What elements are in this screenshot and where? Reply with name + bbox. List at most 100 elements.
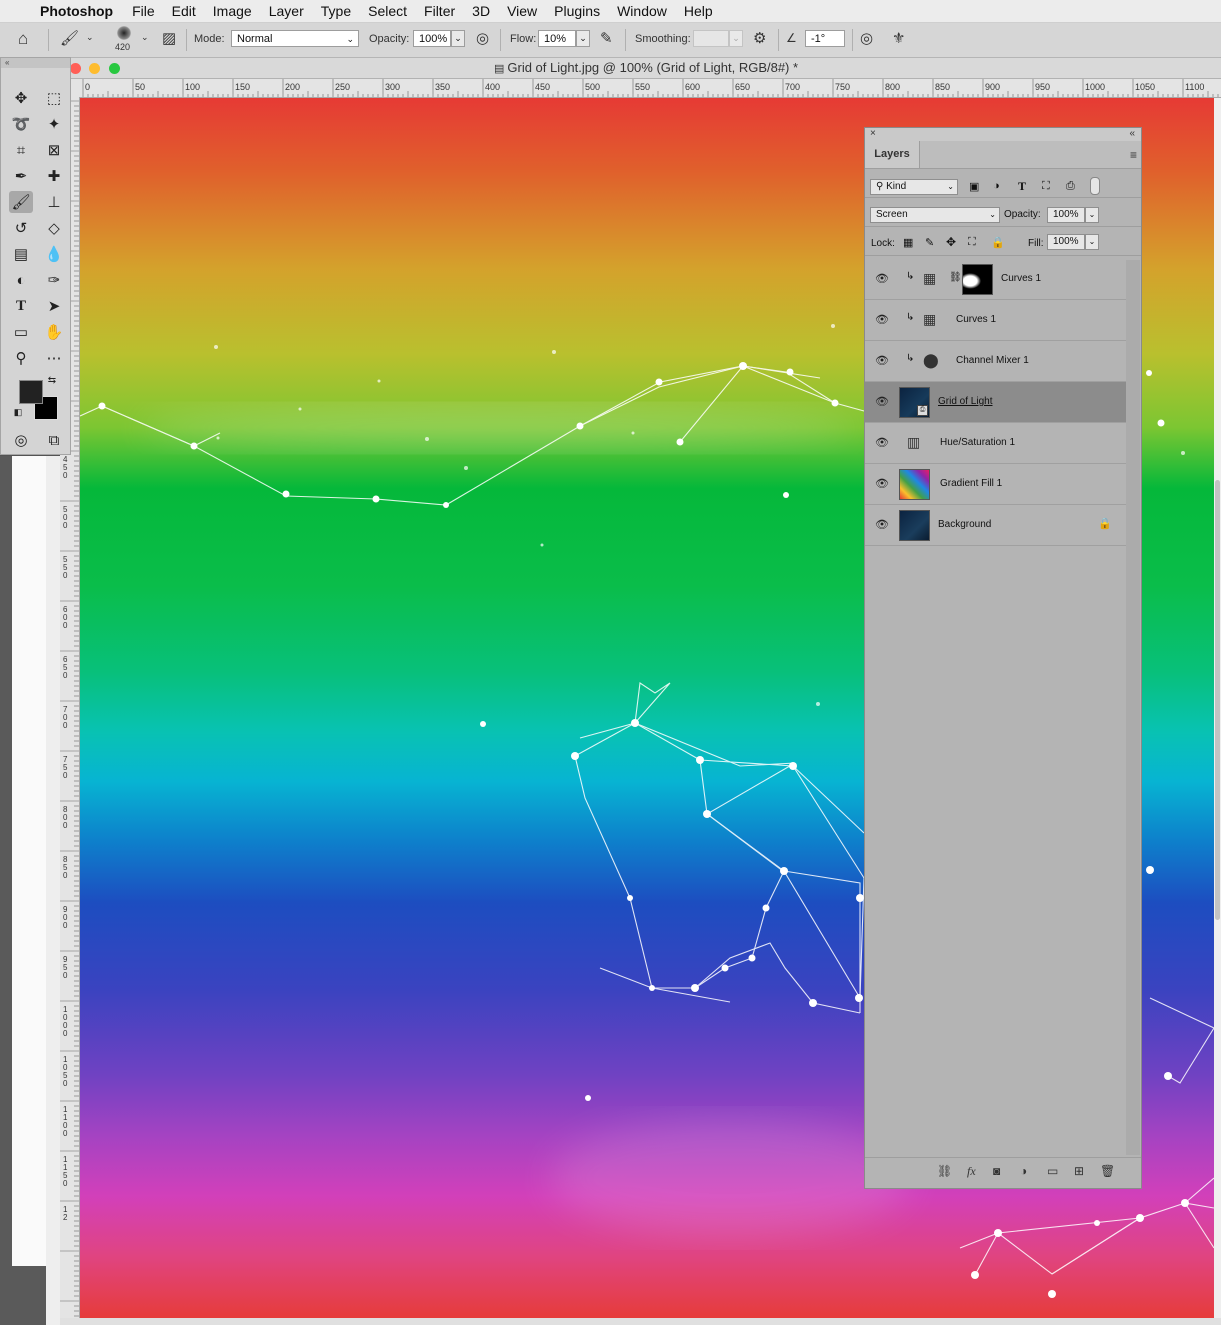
lasso-tool-icon[interactable]: ➰ xyxy=(9,113,33,135)
healing-brush-tool-icon[interactable]: ✚ xyxy=(42,165,66,187)
curves-adjustment-icon[interactable]: ▦ xyxy=(923,311,936,328)
brush-tool-icon[interactable]: 🖌 xyxy=(9,191,33,213)
crop-tool-icon[interactable]: ⌗ xyxy=(9,139,33,161)
layer-row[interactable]: 👁 Background 🔒 xyxy=(865,505,1126,546)
menu-type[interactable]: Type xyxy=(321,3,351,19)
collapse-panel-icon[interactable]: « xyxy=(1129,128,1135,139)
move-tool-icon[interactable]: ✥ xyxy=(9,87,33,109)
brush-preset-icon[interactable] xyxy=(117,26,131,40)
hand-tool-icon[interactable]: ✋ xyxy=(42,321,66,343)
menu-help[interactable]: Help xyxy=(684,3,713,19)
layer-row[interactable]: 👁 ↳ ▦ Curves 1 xyxy=(865,300,1126,341)
layer-row[interactable]: 👁 ▥ Hue/Saturation 1 xyxy=(865,423,1126,464)
default-colors-icon[interactable]: ◧ xyxy=(11,405,25,419)
filter-pixel-icon[interactable]: ▣ xyxy=(969,180,979,193)
opacity-dropdown[interactable]: ⌄ xyxy=(451,30,465,47)
type-tool-icon[interactable]: T xyxy=(9,295,33,317)
rectangle-tool-icon[interactable]: ▭ xyxy=(9,321,33,343)
marquee-tool-icon[interactable]: ⬚ xyxy=(42,87,66,109)
layer-opacity-dropdown[interactable]: ⌄ xyxy=(1085,207,1099,223)
magic-wand-tool-icon[interactable]: ✦ xyxy=(42,113,66,135)
layer-row[interactable]: 👁 ↳ ▦ ⛓ Curves 1 xyxy=(865,259,1126,300)
fill-field[interactable]: 100% xyxy=(1047,234,1085,250)
eraser-tool-icon[interactable]: ◇ xyxy=(42,217,66,239)
filter-adjustment-icon[interactable]: ◑ xyxy=(993,180,1000,192)
layer-row-selected[interactable]: 👁 ⎙ Grid of Light xyxy=(865,382,1126,423)
layer-name[interactable]: Background xyxy=(938,519,991,530)
layer-name[interactable]: Grid of Light xyxy=(938,396,992,407)
layer-mask-thumbnail[interactable] xyxy=(962,264,993,295)
lock-pixels-icon[interactable]: ✎ xyxy=(925,236,934,249)
tab-layers[interactable]: Layers xyxy=(865,141,920,168)
pressure-size-icon[interactable]: ◎ xyxy=(860,29,873,47)
flow-dropdown[interactable]: ⌄ xyxy=(576,30,590,47)
new-adjustment-layer-icon[interactable]: ◑ xyxy=(1020,1164,1027,1178)
layer-row[interactable]: 👁 ↳ ⬤ Channel Mixer 1 xyxy=(865,341,1126,382)
quick-mask-icon[interactable]: ◎ xyxy=(9,429,33,451)
filter-toggle-switch[interactable] xyxy=(1090,177,1100,195)
zoom-tool-icon[interactable]: ⚲ xyxy=(9,347,33,369)
menu-plugins[interactable]: Plugins xyxy=(554,3,600,19)
foreground-color-swatch[interactable] xyxy=(19,380,43,404)
channel-mixer-icon[interactable]: ⬤ xyxy=(923,352,939,369)
smoothing-dropdown[interactable]: ⌄ xyxy=(729,30,743,47)
menu-layer[interactable]: Layer xyxy=(269,3,304,19)
flow-field[interactable]: 10% xyxy=(538,30,576,47)
horizontal-ruler[interactable]: 0 50 100 150 200 250 300 350 400 450 500 550 600 650 7… xyxy=(79,79,1221,98)
hue-saturation-icon[interactable]: ▥ xyxy=(907,434,920,451)
link-icon[interactable]: ⛓ xyxy=(949,272,962,283)
chevron-down-icon[interactable]: ⌄ xyxy=(141,32,149,43)
lock-position-icon[interactable]: ✥ xyxy=(946,235,956,249)
gradient-tool-icon[interactable]: ▤ xyxy=(9,243,33,265)
curves-adjustment-icon[interactable]: ▦ xyxy=(923,270,936,287)
gradient-fill-thumbnail[interactable] xyxy=(899,469,930,500)
layer-name[interactable]: Channel Mixer 1 xyxy=(956,355,1029,366)
add-mask-icon[interactable]: ◙ xyxy=(993,1164,1000,1178)
opacity-field[interactable]: 100% xyxy=(413,30,451,47)
menu-filter[interactable]: Filter xyxy=(424,3,455,19)
eye-icon[interactable]: 👁 xyxy=(875,354,889,367)
filter-shape-icon[interactable]: ⛶ xyxy=(1042,180,1050,193)
menu-file[interactable]: File xyxy=(132,3,155,19)
eyedropper-tool-icon[interactable]: ✒ xyxy=(9,165,33,187)
airbrush-icon[interactable]: ✎ xyxy=(600,29,613,47)
delete-layer-icon[interactable]: 🗑 xyxy=(1100,1164,1115,1178)
lock-all-icon[interactable]: 🔒 xyxy=(991,236,1005,249)
menu-window[interactable]: Window xyxy=(617,3,667,19)
menu-view[interactable]: View xyxy=(507,3,537,19)
brush-settings-icon[interactable]: ▨ xyxy=(162,29,176,47)
eye-icon[interactable]: 👁 xyxy=(875,272,889,285)
pen-tool-icon[interactable]: ✑ xyxy=(42,269,66,291)
swap-colors-icon[interactable]: ⇆ xyxy=(45,373,59,387)
eye-icon[interactable]: 👁 xyxy=(875,313,889,326)
app-menu[interactable]: Photoshop xyxy=(40,3,113,19)
tools-panel-header[interactable]: « xyxy=(1,58,70,68)
layer-name[interactable]: Hue/Saturation 1 xyxy=(940,437,1015,448)
layer-thumbnail[interactable] xyxy=(899,510,930,541)
history-brush-tool-icon[interactable]: ↺ xyxy=(9,217,33,239)
eye-icon[interactable]: 👁 xyxy=(875,477,889,490)
lock-transparency-icon[interactable]: ▦ xyxy=(903,236,913,249)
symmetry-icon[interactable]: ⚜ xyxy=(892,29,905,47)
smoothing-field[interactable] xyxy=(693,30,729,47)
frame-tool-icon[interactable]: ⊠ xyxy=(42,139,66,161)
layer-name[interactable]: Curves 1 xyxy=(1001,273,1041,284)
eye-icon[interactable]: 👁 xyxy=(875,436,889,449)
new-group-icon[interactable]: ▭ xyxy=(1047,1164,1058,1178)
filter-kind-select[interactable]: ⚲ Kind ⌄ xyxy=(870,179,958,195)
blend-mode-select[interactable]: Screen ⌄ xyxy=(870,207,1000,223)
dodge-tool-icon[interactable]: ◐ xyxy=(9,269,33,291)
lock-artboard-icon[interactable]: ⛶ xyxy=(968,236,976,249)
stamp-tool-icon[interactable]: ⊥ xyxy=(42,191,66,213)
mode-select[interactable]: Normal ⌄ xyxy=(231,30,359,47)
pressure-opacity-icon[interactable]: ◎ xyxy=(476,29,489,47)
layer-opacity-field[interactable]: 100% xyxy=(1047,207,1085,223)
panel-header[interactable]: × « xyxy=(865,128,1141,141)
eye-icon[interactable]: 👁 xyxy=(875,518,889,531)
layer-row[interactable]: 👁 Gradient Fill 1 xyxy=(865,464,1126,505)
gear-icon[interactable]: ⚙ xyxy=(753,29,766,47)
layer-name[interactable]: Curves 1 xyxy=(956,314,996,325)
close-panel-icon[interactable]: × xyxy=(870,128,876,139)
menu-select[interactable]: Select xyxy=(368,3,407,19)
menu-edit[interactable]: Edit xyxy=(172,3,196,19)
